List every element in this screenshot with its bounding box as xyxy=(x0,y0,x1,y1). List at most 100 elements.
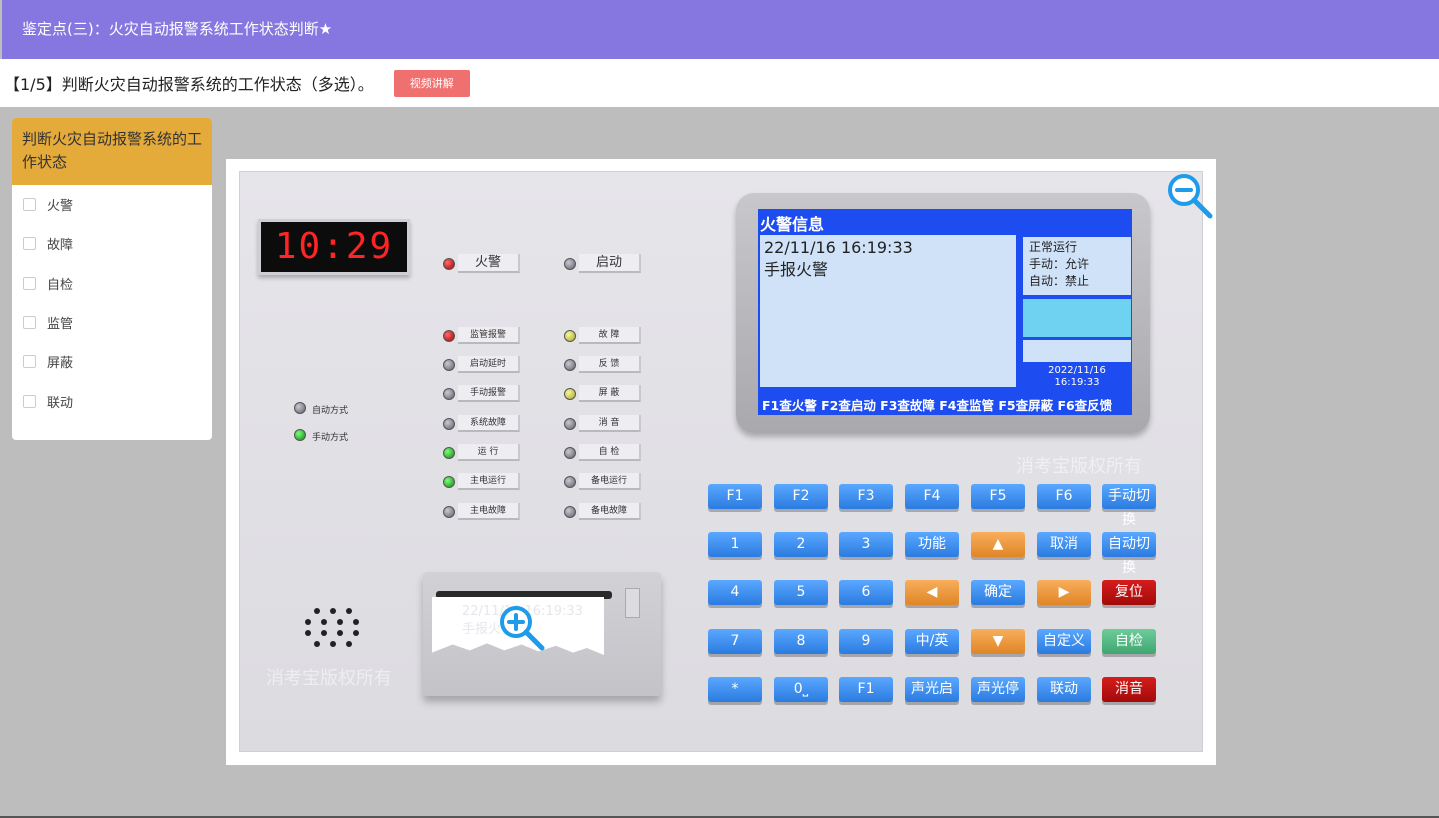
key-7[interactable]: 7 xyxy=(708,629,762,654)
key-8[interactable]: 8 xyxy=(774,629,828,654)
indicator-label: 手动报警 xyxy=(458,385,520,402)
key-silence[interactable]: 消音 xyxy=(1102,677,1156,702)
key-left-arrow[interactable]: ◀ xyxy=(905,580,959,605)
key-f1-bottom[interactable]: F1 xyxy=(839,677,893,702)
indicator-label: 备电运行 xyxy=(579,473,641,490)
manual-mode-label: 手动方式 xyxy=(312,433,349,443)
option-fault[interactable]: 故障 xyxy=(12,224,212,263)
zoom-out-icon[interactable] xyxy=(1166,172,1214,220)
option-self-check[interactable]: 自检 xyxy=(12,264,212,303)
auto-mode-label: 自动方式 xyxy=(312,406,349,416)
indicator-label: 自 检 xyxy=(579,444,641,461)
lcd-date: 2022/11/16 xyxy=(1048,365,1106,376)
checkbox[interactable] xyxy=(23,394,36,408)
key-right-arrow[interactable]: ▶ xyxy=(1037,580,1091,605)
shield-led xyxy=(564,388,576,400)
key-1[interactable]: 1 xyxy=(708,532,762,557)
lcd-status-box: 正常运行 手动：允许 自动：禁止 xyxy=(1023,237,1131,295)
option-supervision[interactable]: 监管 xyxy=(12,303,212,342)
key-down-arrow[interactable]: ▼ xyxy=(971,629,1025,654)
key-f6[interactable]: F6 xyxy=(1037,484,1091,509)
lcd-main-area: 22/11/16 16:19:33 手报火警 xyxy=(760,235,1016,387)
lcd-screen: 火警信息 22/11/16 16:19:33 手报火警 正常运行 手动：允许 自… xyxy=(758,209,1132,415)
watermark: 消考宝版权所有 xyxy=(1016,456,1142,477)
start-label: 启动 xyxy=(579,254,641,273)
key-sound-light-off[interactable]: 声光停 xyxy=(971,677,1025,702)
main-power-fault-led xyxy=(443,506,455,518)
self-check-led xyxy=(564,447,576,459)
page-header: 鉴定点(三)：火灾自动报警系统工作状态判断★ xyxy=(2,0,1439,59)
key-language[interactable]: 中/英 xyxy=(905,629,959,654)
key-9[interactable]: 9 xyxy=(839,629,893,654)
lcd-datetime: 2022/11/16 16:19:33 xyxy=(1023,365,1131,389)
lcd-side-box xyxy=(1023,340,1131,362)
manual-mode-led xyxy=(294,429,306,441)
options-panel: 判断火灾自动报警系统的工作状态 火警 故障 自检 监管 屏蔽 联动 xyxy=(12,118,212,440)
checkbox[interactable] xyxy=(23,276,36,290)
checkbox[interactable] xyxy=(23,355,36,369)
manual-alarm-led xyxy=(443,388,455,400)
key-star[interactable]: * xyxy=(708,677,762,702)
indicator-label: 反 馈 xyxy=(579,356,641,373)
option-label: 故障 xyxy=(47,238,74,254)
option-label: 自检 xyxy=(47,277,74,293)
video-explain-button[interactable]: 视频讲解 xyxy=(393,69,470,97)
key-linkage[interactable]: 联动 xyxy=(1037,677,1091,702)
key-3[interactable]: 3 xyxy=(839,532,893,557)
indicator-label: 启动延时 xyxy=(458,356,520,373)
key-4[interactable]: 4 xyxy=(708,580,762,605)
lcd-event-time: 22/11/16 16:19:33 xyxy=(764,238,913,257)
key-f3[interactable]: F3 xyxy=(839,484,893,509)
option-fire-alarm[interactable]: 火警 xyxy=(12,185,212,224)
key-cancel[interactable]: 取消 xyxy=(1037,532,1091,557)
key-confirm[interactable]: 确定 xyxy=(971,580,1025,605)
indicator-label: 主电运行 xyxy=(458,473,520,490)
option-label: 监管 xyxy=(47,317,74,333)
option-label: 屏蔽 xyxy=(47,356,74,372)
question-text: 【1/5】判断火灾自动报警系统的工作状态（多选）。 xyxy=(4,75,374,94)
auto-mode-led xyxy=(294,402,306,414)
checkbox[interactable] xyxy=(23,237,36,251)
key-up-arrow[interactable]: ▲ xyxy=(971,532,1025,557)
key-6[interactable]: 6 xyxy=(839,580,893,605)
digital-clock: 10:29 xyxy=(258,219,410,275)
key-5[interactable]: 5 xyxy=(774,580,828,605)
options-title: 判断火灾自动报警系统的工作状态 xyxy=(12,118,212,185)
key-f1[interactable]: F1 xyxy=(708,484,762,509)
lcd-side-box xyxy=(1023,299,1131,337)
key-f5[interactable]: F5 xyxy=(971,484,1025,509)
key-reset[interactable]: 复位 xyxy=(1102,580,1156,605)
lcd-function-key-hints: F1查火警 F2查启动 F3查故障 F4查监管 F5查屏蔽 F6查反馈 xyxy=(762,398,1113,413)
backup-power-fault-led xyxy=(564,506,576,518)
start-led xyxy=(564,258,576,270)
key-custom[interactable]: 自定义 xyxy=(1037,629,1091,654)
key-f4[interactable]: F4 xyxy=(905,484,959,509)
option-linkage[interactable]: 联动 xyxy=(12,381,212,420)
key-auto-switch[interactable]: 自动切换 xyxy=(1102,532,1156,576)
indicator-label: 系统故障 xyxy=(458,415,520,432)
running-led xyxy=(443,447,455,459)
checkbox[interactable] xyxy=(23,316,36,330)
key-0[interactable]: 0⎵ xyxy=(774,677,828,702)
system-fault-led xyxy=(443,418,455,430)
key-sound-light-on[interactable]: 声光启 xyxy=(905,677,959,702)
feedback-led xyxy=(564,359,576,371)
indicator-label: 屏 蔽 xyxy=(579,385,641,402)
key-manual-switch[interactable]: 手动切换 xyxy=(1102,484,1156,528)
speaker-grille xyxy=(300,605,366,657)
fault-led xyxy=(564,330,576,342)
fire-alarm-led xyxy=(443,258,455,270)
lcd-time: 16:19:33 xyxy=(1054,377,1100,388)
key-f2[interactable]: F2 xyxy=(774,484,828,509)
silence-led xyxy=(564,418,576,430)
zoom-in-icon[interactable] xyxy=(496,602,546,652)
option-shield[interactable]: 屏蔽 xyxy=(12,342,212,381)
key-self-check[interactable]: 自检 xyxy=(1102,629,1156,654)
lcd-event-type: 手报火警 xyxy=(764,260,829,279)
key-function[interactable]: 功能 xyxy=(905,532,959,557)
option-label: 联动 xyxy=(47,395,74,411)
backup-power-running-led xyxy=(564,476,576,488)
lcd-status-line: 自动：禁止 xyxy=(1029,274,1090,288)
key-2[interactable]: 2 xyxy=(774,532,828,557)
checkbox[interactable] xyxy=(23,198,36,212)
